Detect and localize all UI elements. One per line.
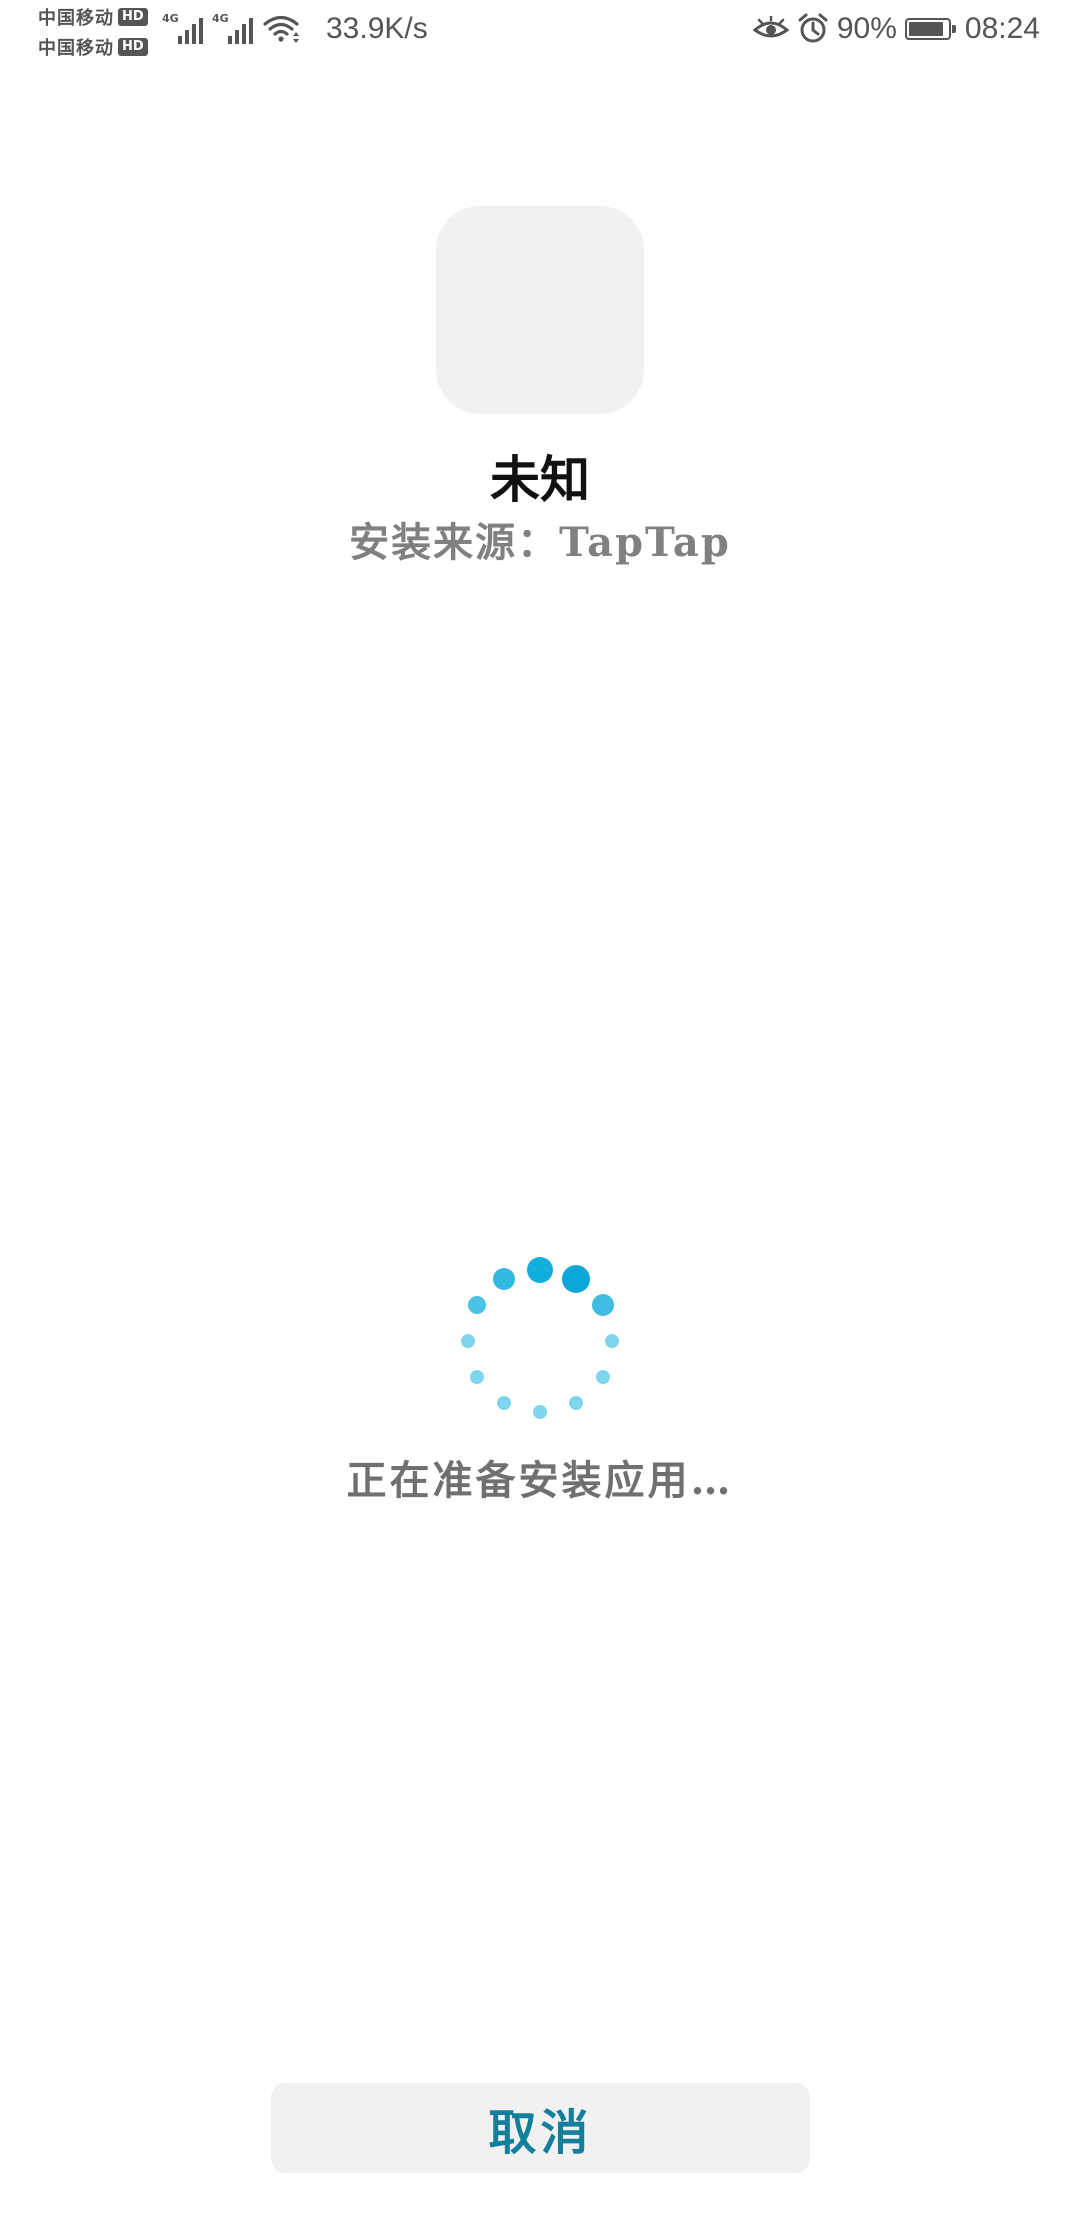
network-speed: 33.9K/s: [326, 12, 428, 45]
progress-text: 正在准备安装应用…: [346, 1457, 734, 1504]
installer-screen: 中国移动 HD 中国移动 HD 4G 4G 33.9K/s 90% 08:24 …: [0, 0, 1080, 2220]
spinner-dot: [533, 1405, 547, 1419]
network-type: 4G: [212, 12, 229, 25]
carrier-2: 中国移动 HD: [38, 34, 148, 60]
install-source: 安装来源：TapTap: [349, 519, 731, 566]
signal-strength-icon: 4G: [212, 12, 253, 44]
spinner-dot: [493, 1268, 515, 1290]
spinner-dot: [527, 1257, 553, 1283]
spinner-dot: [569, 1396, 583, 1410]
spinner-dot: [497, 1396, 511, 1410]
signal-group: 4G 4G: [162, 12, 300, 44]
spinner-dot: [592, 1294, 614, 1316]
spinner-dot: [596, 1370, 610, 1384]
eye-comfort-icon: [752, 16, 789, 38]
loading-spinner-icon: [461, 1257, 619, 1419]
network-type: 4G: [162, 12, 179, 25]
carrier-list: 中国移动 HD 中国移动 HD: [38, 4, 148, 60]
carrier-1: 中国移动 HD: [38, 4, 148, 30]
app-name: 未知: [490, 450, 590, 509]
spinner-dot: [470, 1370, 484, 1384]
alarm-icon: [798, 13, 828, 43]
carrier-name: 中国移动: [38, 38, 114, 59]
wifi-icon: [263, 15, 299, 43]
status-bar: 中国移动 HD 中国移动 HD 4G 4G 33.9K/s 90% 08:24: [0, 0, 1080, 64]
signal-strength-icon: 4G: [162, 12, 203, 44]
hd-badge: HD: [118, 8, 148, 26]
spinner-dot: [461, 1334, 475, 1348]
carrier-name: 中国移动: [38, 8, 114, 29]
clock: 08:24: [964, 12, 1040, 45]
battery-percent: 90%: [836, 12, 897, 45]
spinner-dot: [605, 1334, 619, 1348]
app-icon-placeholder: [436, 206, 644, 414]
battery-icon: [904, 18, 956, 40]
cancel-button[interactable]: 取消: [271, 2083, 810, 2173]
spinner-dot: [562, 1265, 590, 1293]
spinner-dot: [468, 1296, 486, 1314]
status-right: 90% 08:24: [752, 12, 1040, 46]
hd-badge: HD: [118, 38, 148, 56]
